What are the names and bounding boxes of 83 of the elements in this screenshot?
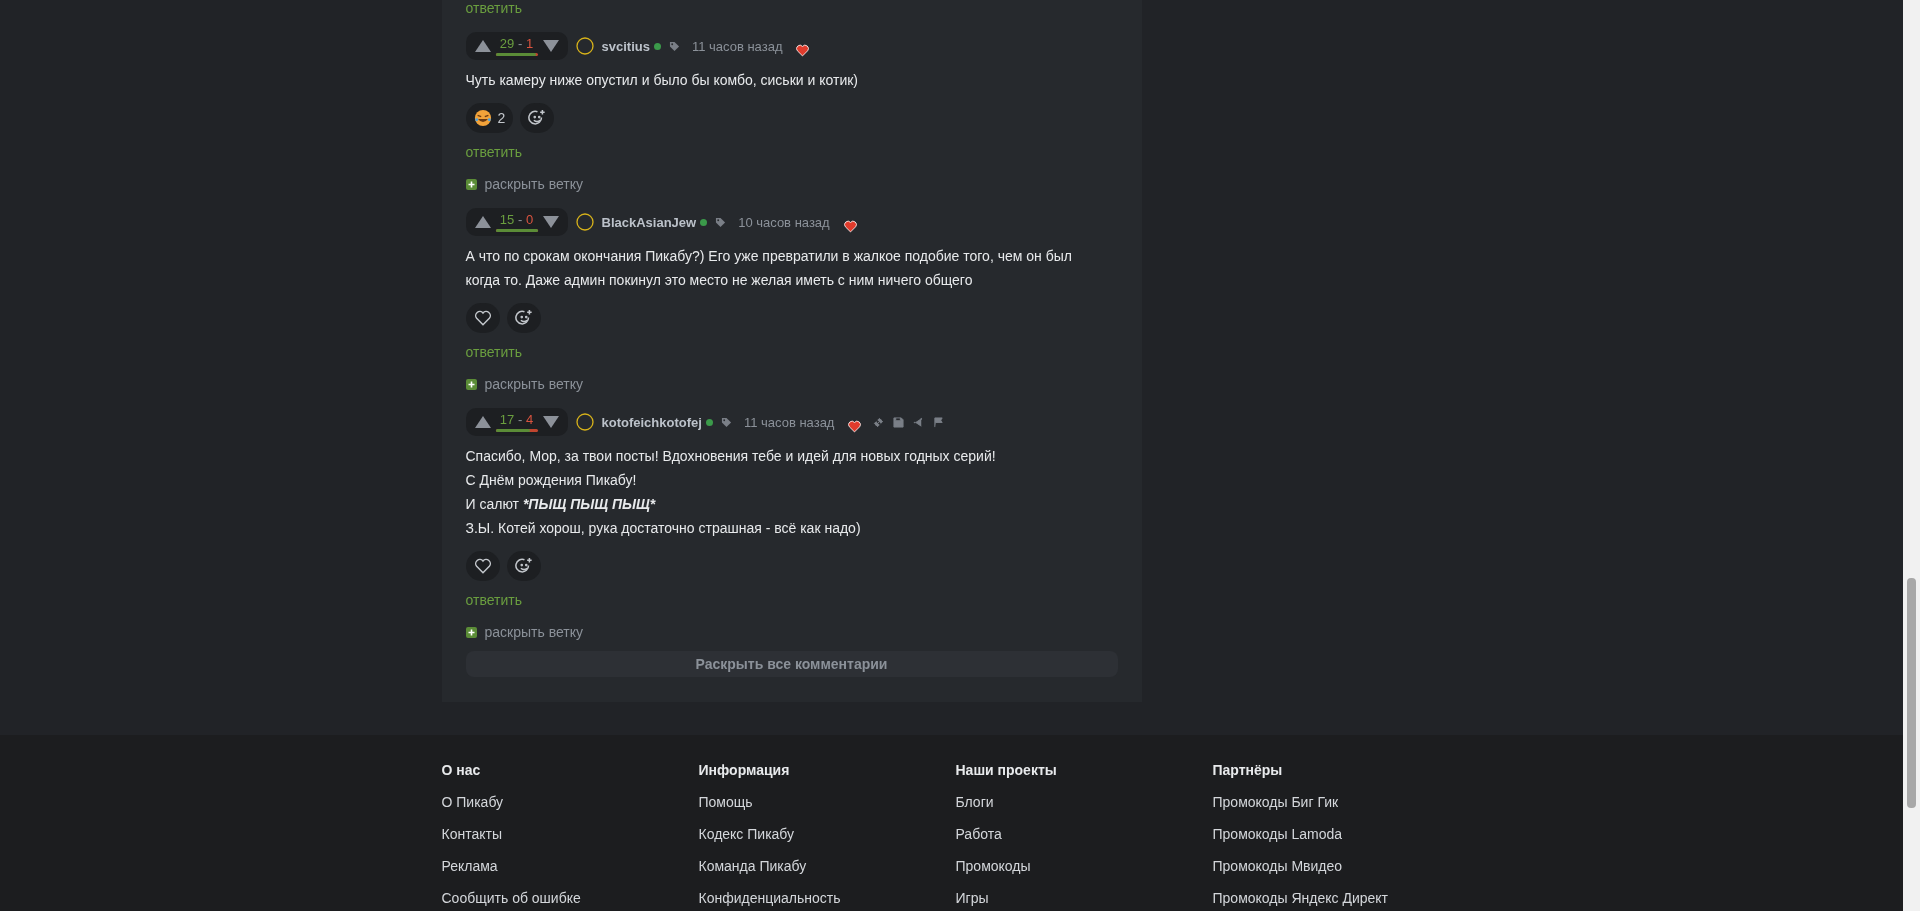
- footer-link[interactable]: Кодекс Пикабу: [698, 826, 956, 842]
- save-icon[interactable]: [893, 416, 905, 428]
- scrollbar[interactable]: [1903, 0, 1920, 911]
- reply-link[interactable]: ответить: [465, 0, 522, 16]
- comment-time: 11 часов назад: [743, 414, 835, 430]
- username[interactable]: BlackAsianJew: [601, 214, 697, 230]
- rating-bar: [495, 428, 538, 432]
- laughing-face-icon: [473, 109, 492, 127]
- like-button[interactable]: [465, 551, 500, 581]
- plus-square-icon: [465, 626, 477, 638]
- avatar-icon[interactable]: [575, 37, 594, 55]
- reaction-button[interactable]: 2: [465, 103, 514, 133]
- expand-thread-label: раскрыть ветку: [484, 375, 583, 394]
- expand-thread-link[interactable]: раскрыть ветку: [465, 622, 583, 642]
- tag-icon[interactable]: [715, 216, 727, 228]
- expand-all-comments-button[interactable]: Раскрыть все комментарии: [465, 651, 1118, 677]
- heart-icon: [843, 219, 857, 233]
- expand-thread-label: раскрыть ветку: [484, 175, 583, 194]
- footer-link[interactable]: Контакты: [441, 826, 699, 842]
- username[interactable]: kotofeichkotofej: [601, 414, 702, 430]
- footer-link[interactable]: О Пикабу: [441, 794, 699, 810]
- reply-link[interactable]: ответить: [465, 590, 522, 610]
- tag-icon[interactable]: [720, 416, 732, 428]
- plus-square-icon: [465, 378, 477, 390]
- share-icon[interactable]: [913, 416, 925, 428]
- footer-link[interactable]: Игры: [955, 890, 1213, 906]
- add-emoji-icon: [514, 309, 533, 327]
- comment-text: Чуть камеру ниже опустил и было бы комбо, сиськи и котик): [465, 71, 859, 90]
- footer-link[interactable]: Промокоды Яндекс Директ: [1212, 890, 1462, 906]
- footer-link[interactable]: Помощь: [698, 794, 956, 810]
- footer-link[interactable]: Блоги: [955, 794, 1213, 810]
- expand-thread-link[interactable]: раскрыть ветку: [465, 374, 583, 394]
- footer-link[interactable]: Промокоды Мвидео: [1212, 858, 1462, 874]
- heart-icon: [848, 419, 862, 433]
- reaction-count: 2: [497, 110, 506, 126]
- comment-text: Спасибо, Мор, за твои посты! Вдохновения тебе и идей для новых годных серий! С Днём рождения Пикабу! И салют *ПЫЩ ПЫЩ ПЫЩ* З.Ы. Котей хорош, рука достаточно страшная - всё как надо): [465, 447, 997, 538]
- add-reaction-button[interactable]: [506, 551, 541, 581]
- footer-heading: О нас: [441, 762, 482, 778]
- upvote-icon[interactable]: [474, 40, 491, 52]
- footer-link[interactable]: Сообщить об ошибке: [441, 890, 699, 906]
- footer-link[interactable]: Конфиденциальность: [698, 890, 956, 906]
- rating-score: 15 - 0: [499, 212, 534, 227]
- footer-link[interactable]: Промокоды: [955, 858, 1213, 874]
- username[interactable]: svcitius: [601, 38, 650, 54]
- avatar-icon[interactable]: [575, 413, 594, 431]
- add-emoji-icon: [528, 109, 547, 127]
- footer-link[interactable]: Работа: [955, 826, 1213, 842]
- add-reaction-button[interactable]: [520, 103, 555, 133]
- rating-bar: [495, 228, 538, 232]
- heart-icon: [474, 558, 491, 574]
- upvote-icon[interactable]: [474, 416, 491, 428]
- rating-score: 29 - 1: [499, 36, 534, 51]
- avatar-icon[interactable]: [575, 213, 594, 231]
- footer-link[interactable]: Промокоды Lamoda: [1212, 826, 1462, 842]
- add-emoji-icon: [514, 557, 533, 575]
- rating-bar: [495, 52, 538, 56]
- downvote-icon[interactable]: [542, 40, 559, 52]
- heart-icon: [796, 43, 810, 57]
- flag-icon[interactable]: [933, 416, 945, 428]
- heart-icon: [474, 310, 491, 326]
- expand-thread-link[interactable]: раскрыть ветку: [465, 174, 583, 194]
- expand-thread-label: раскрыть ветку: [484, 623, 583, 642]
- downvote-icon[interactable]: [542, 216, 559, 228]
- footer-link[interactable]: Промокоды Биг Гик: [1212, 794, 1462, 810]
- rating-score: 17 - 4: [499, 412, 534, 427]
- link-icon[interactable]: [873, 416, 885, 428]
- footer-link[interactable]: Команда Пикабу: [698, 858, 956, 874]
- downvote-icon[interactable]: [542, 416, 559, 428]
- upvote-icon[interactable]: [474, 216, 491, 228]
- footer-link[interactable]: Реклама: [441, 858, 699, 874]
- reply-link[interactable]: ответить: [465, 142, 522, 162]
- tag-icon[interactable]: [668, 40, 680, 52]
- add-reaction-button[interactable]: [506, 303, 541, 333]
- comment-time: 11 часов назад: [691, 38, 783, 54]
- like-button[interactable]: [465, 303, 500, 333]
- reply-link[interactable]: ответить: [465, 342, 522, 362]
- comment-time: 10 часов назад: [738, 214, 830, 230]
- scrollbar-thumb[interactable]: [1907, 578, 1916, 808]
- plus-square-icon: [465, 178, 477, 190]
- footer-heading: Наши проекты: [955, 762, 1058, 778]
- comment-text: А что по срокам окончания Пикабу?) Его уже превратили в жалкое подобие того, чем он был когда то. Даже админ покинул это место не желая иметь с ним ничего общего: [465, 247, 1073, 290]
- footer-heading: Информация: [698, 762, 791, 778]
- footer-heading: Партнёры: [1212, 762, 1284, 778]
